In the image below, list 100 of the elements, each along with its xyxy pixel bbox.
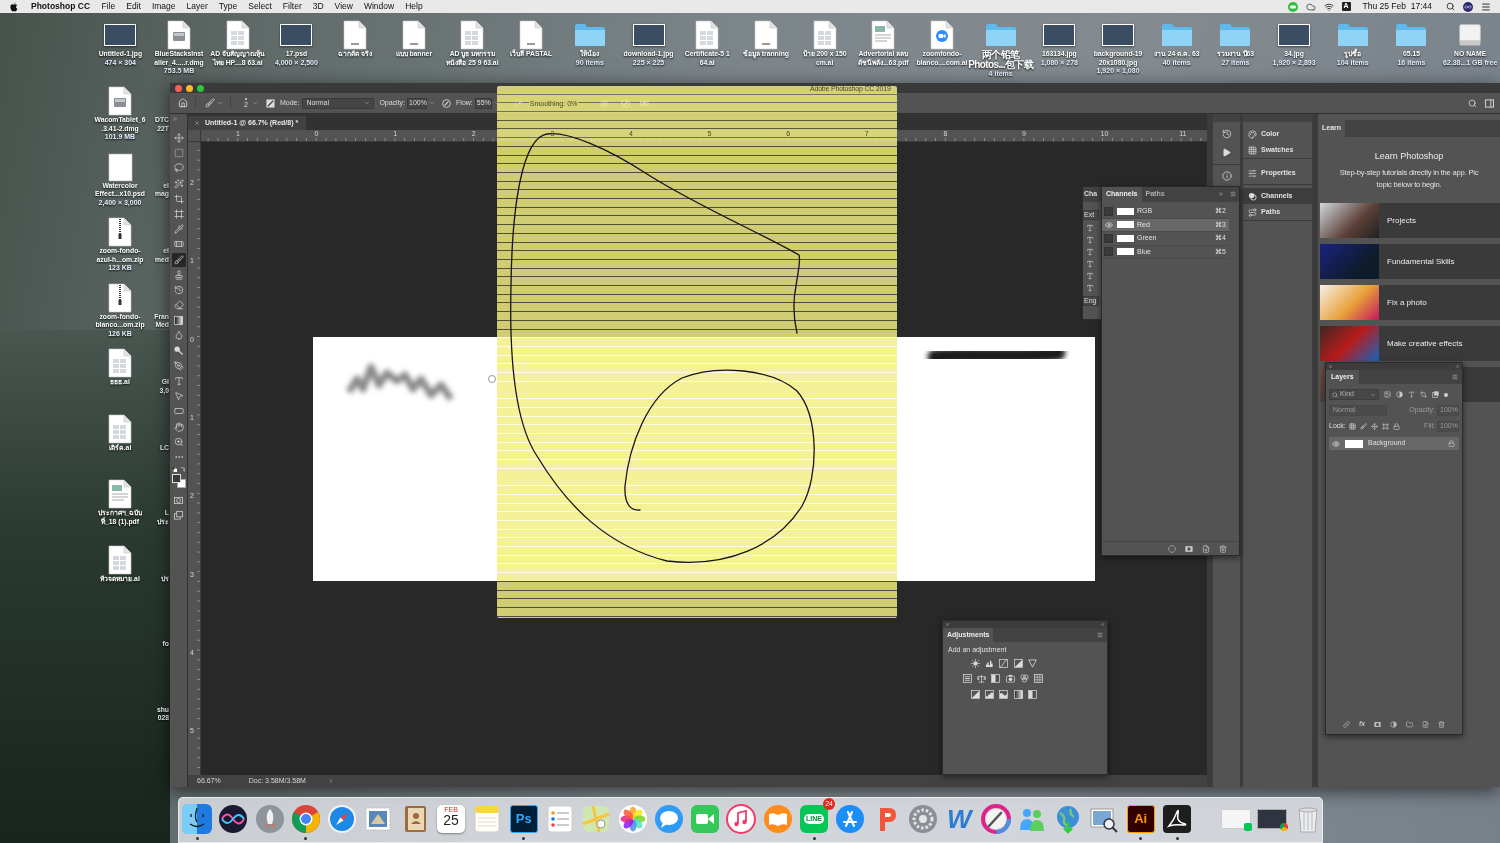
close-window-icon[interactable] [175, 84, 182, 92]
checklist-app-icon[interactable] [544, 803, 575, 834]
photo-placeholder[interactable] [632, 24, 665, 46]
mask-icon[interactable] [1374, 720, 1382, 728]
photo-placeholder[interactable] [104, 24, 137, 46]
photo-placeholder[interactable] [1043, 24, 1076, 46]
zipper-file-icon[interactable] [108, 282, 132, 313]
file-icon[interactable] [753, 20, 778, 50]
dodge-tool[interactable] [171, 343, 186, 358]
tutorial-card[interactable]: Projects [1320, 203, 1500, 238]
brush-tool[interactable] [171, 252, 186, 267]
info-icon[interactable] [1221, 171, 1232, 181]
sun-icon[interactable] [971, 658, 980, 668]
brush-settings-icon[interactable] [265, 98, 275, 108]
menu-item[interactable]: Filter [277, 0, 308, 13]
panel-menu-icon[interactable] [1230, 191, 1236, 197]
disk-file-icon[interactable] [108, 86, 132, 116]
rocket-app-icon[interactable] [254, 803, 285, 834]
pen-in-circle-icon[interactable] [621, 98, 631, 108]
speech-bubble-app-icon[interactable] [653, 803, 684, 834]
diagonal-square-icon[interactable] [971, 689, 980, 699]
orb-icon[interactable] [1463, 1, 1473, 12]
airbrush-icon[interactable] [513, 98, 523, 108]
gradient-square-icon[interactable] [1013, 689, 1023, 699]
mask-icon[interactable] [1185, 544, 1193, 553]
visibility-toggle[interactable] [1104, 247, 1113, 257]
history-icon[interactable] [1221, 129, 1232, 139]
open-book-app-icon[interactable] [762, 803, 793, 834]
grid-document-icon[interactable] [225, 20, 250, 50]
quick-mask-icon[interactable] [174, 495, 183, 505]
ai-app-icon[interactable]: Ai [1126, 804, 1155, 833]
visibility-toggle[interactable] [1104, 206, 1113, 216]
visibility-toggle[interactable] [1104, 220, 1113, 230]
collapse-icon[interactable] [1218, 191, 1224, 197]
collapse-icon[interactable] [1455, 364, 1460, 369]
panel-menu-icon[interactable] [1452, 374, 1458, 380]
menu-item[interactable]: Type [213, 0, 243, 13]
menu-item[interactable]: File [96, 0, 121, 13]
search-icon[interactable] [1446, 2, 1455, 11]
menu-icon[interactable] [1481, 1, 1491, 12]
tutorial-card[interactable]: Make creative effects [1320, 326, 1500, 361]
blank-page-icon[interactable] [107, 152, 133, 182]
lasso-tool[interactable] [171, 161, 186, 176]
pen-in-circle-icon[interactable] [442, 98, 452, 108]
panel-menu-icon[interactable] [1097, 632, 1103, 638]
diagonal-square-icon[interactable] [1013, 658, 1023, 668]
half-square-icon[interactable] [991, 674, 1001, 683]
paintbrush-app-icon[interactable] [980, 803, 1011, 834]
trash-icon[interactable] [1219, 544, 1227, 553]
browser-app-icon[interactable] [290, 803, 321, 834]
camera-icon[interactable] [1005, 674, 1015, 683]
new-page-icon[interactable] [1202, 544, 1210, 553]
grid-document-icon[interactable] [108, 348, 132, 378]
half-square-icon[interactable] [1027, 689, 1037, 699]
folder-icon[interactable] [1406, 720, 1414, 728]
minimize-window-icon[interactable] [186, 84, 193, 92]
menu-item[interactable]: View [329, 0, 359, 13]
photo-placeholder[interactable] [1278, 24, 1311, 46]
grid-document-icon[interactable] [108, 544, 132, 575]
triangle-icon[interactable] [1027, 658, 1037, 668]
apple-logo-icon[interactable] [10, 1, 18, 12]
hand-tool[interactable] [171, 419, 186, 434]
default-colors-icon[interactable] [172, 466, 177, 472]
grid-document-icon[interactable] [108, 413, 132, 444]
gear-app-icon[interactable] [907, 803, 938, 834]
file-icon[interactable] [401, 20, 426, 50]
zipper-file-icon[interactable] [108, 217, 132, 247]
histogram-icon[interactable] [985, 658, 995, 668]
half-circle-icon[interactable] [1390, 720, 1398, 728]
overlapping-squares-icon[interactable] [1432, 391, 1439, 398]
close-icon[interactable] [194, 120, 200, 126]
document-page-icon[interactable] [108, 479, 132, 509]
tutorial-card[interactable]: Fix a photo [1320, 285, 1500, 320]
gradient-tool[interactable] [171, 313, 186, 328]
eyedropper-tool[interactable] [171, 222, 186, 237]
disk-file-icon[interactable] [167, 20, 192, 50]
menu-item[interactable]: Help [399, 0, 429, 13]
video-camera-app-icon[interactable] [690, 803, 721, 834]
lock-icon[interactable] [1392, 423, 1400, 430]
visibility-toggle[interactable] [1104, 233, 1113, 243]
grid-icon[interactable] [1348, 423, 1356, 430]
move-tool[interactable] [171, 131, 186, 145]
menu-item[interactable]: 3D [307, 0, 330, 13]
tutorial-card[interactable]: Fundamental Skills [1320, 244, 1500, 279]
photo-placeholder[interactable] [1102, 24, 1135, 46]
image-icon[interactable] [1384, 391, 1391, 398]
curve-icon[interactable] [999, 658, 1009, 668]
brush-icon[interactable] [205, 98, 215, 108]
workspace-icon[interactable] [1485, 98, 1494, 108]
chevron-icon[interactable] [327, 778, 334, 784]
new-page-icon[interactable] [1422, 720, 1430, 728]
foreground-color-swatch[interactable] [171, 473, 181, 483]
link-icon[interactable] [1342, 720, 1350, 728]
pen-tool[interactable] [171, 358, 186, 373]
close-icon[interactable] [945, 622, 950, 627]
orb-app-icon[interactable] [218, 803, 249, 834]
app-menu[interactable]: Photoshop CC [31, 0, 91, 13]
zoom-window-icon[interactable] [197, 84, 204, 92]
quick-select-tool[interactable] [171, 176, 186, 191]
dotted-circle-icon[interactable] [1168, 544, 1176, 553]
